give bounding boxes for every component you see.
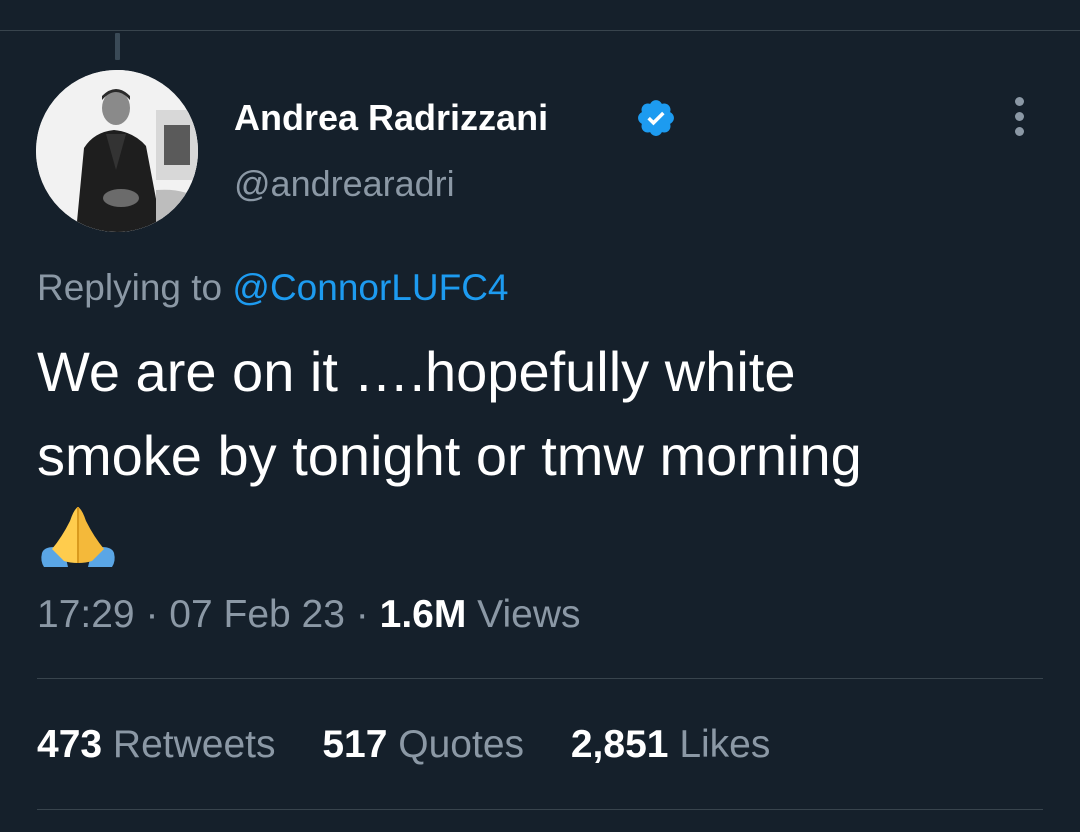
author-name[interactable]: Andrea Radrizzani xyxy=(234,96,548,140)
replying-to: Replying to @ConnorLUFC4 xyxy=(37,265,509,311)
divider xyxy=(37,809,1043,810)
thread-connector-line xyxy=(115,33,120,60)
retweets-count: 473 xyxy=(37,723,103,766)
likes-count: 2,851 xyxy=(570,723,669,766)
likes-label: Likes xyxy=(679,723,771,766)
verified-badge-icon xyxy=(638,100,674,136)
meta-separator: · xyxy=(355,593,369,636)
retweets-stat[interactable]: 473 Retweets xyxy=(37,722,276,768)
folded-hands-icon xyxy=(41,507,115,567)
top-divider xyxy=(0,30,1080,31)
tweet-text-line-1: We are on it ….hopefully white xyxy=(37,340,796,403)
engagement-stats: 473 Retweets 517 Quotes 2,851 Likes xyxy=(37,722,806,768)
tweet-text-line-2: smoke by tonight or tmw morning xyxy=(37,424,862,487)
more-options-icon[interactable] xyxy=(1004,97,1036,137)
replying-to-mention[interactable]: @ConnorLUFC4 xyxy=(232,267,508,308)
avatar[interactable] xyxy=(36,70,198,232)
tweet-text: We are on it ….hopefully white smoke by … xyxy=(37,330,1047,498)
tweet-metadata: 17:29 · 07 Feb 23 · 1.6M Views xyxy=(37,592,581,638)
quotes-stat[interactable]: 517 Quotes xyxy=(322,722,524,768)
retweets-label: Retweets xyxy=(112,723,276,766)
quotes-label: Quotes xyxy=(398,723,525,766)
views-count: 1.6M xyxy=(379,593,467,636)
meta-separator: · xyxy=(145,593,159,636)
views-label: Views xyxy=(477,593,581,636)
tweet-time[interactable]: 17:29 xyxy=(37,593,135,636)
author-handle[interactable]: @andrearadri xyxy=(234,162,455,206)
replying-prefix: Replying to xyxy=(37,267,223,308)
quotes-count: 517 xyxy=(322,723,388,766)
likes-stat[interactable]: 2,851 Likes xyxy=(571,722,771,768)
divider xyxy=(37,678,1043,679)
tweet-date[interactable]: 07 Feb 23 xyxy=(169,593,345,636)
